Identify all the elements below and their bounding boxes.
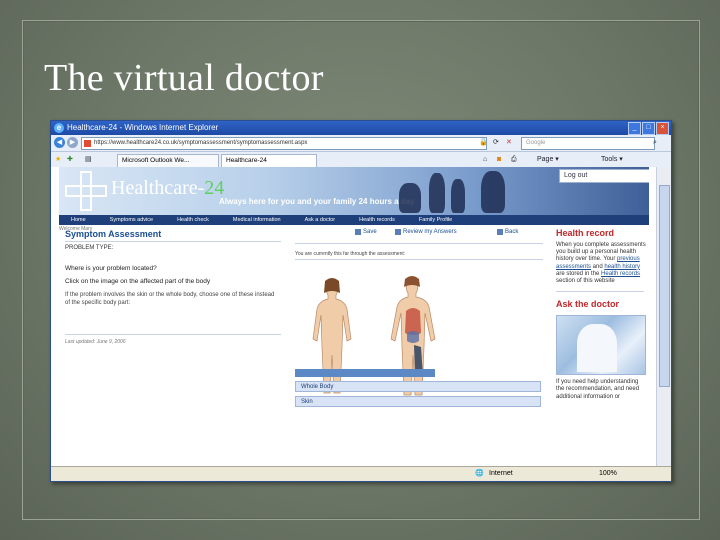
- refresh-icon[interactable]: ⟳: [493, 137, 499, 149]
- internet-zone-label: Internet: [489, 470, 513, 477]
- logout-button[interactable]: Log out: [559, 169, 649, 183]
- nav-medical-information[interactable]: Medical information: [221, 215, 293, 225]
- back-label: Back: [505, 229, 519, 235]
- health-record-text: When you complete assessments you build …: [556, 242, 646, 285]
- vertical-scrollbar[interactable]: [656, 167, 671, 467]
- address-input[interactable]: https://www.healthcare24.co.uk/symptomas…: [81, 137, 487, 150]
- save-icon: [355, 229, 361, 235]
- click-instruction: Click on the image on the affected part …: [65, 278, 211, 285]
- maximize-button[interactable]: □: [642, 122, 655, 135]
- window-controls: _ □ ×: [628, 122, 669, 135]
- stop-icon[interactable]: ✕: [506, 137, 512, 149]
- site-tagline: Always here for you and your family 24 h…: [219, 197, 415, 206]
- divider: [295, 243, 543, 244]
- family-photo: [389, 169, 529, 213]
- location-question: Where is your problem located?: [65, 265, 157, 272]
- save-button[interactable]: Save: [355, 229, 377, 236]
- tab-list-icon[interactable]: ▤: [85, 154, 92, 166]
- tools-menu-label: Tools: [601, 156, 618, 163]
- tab-label: Microsoft Outlook We...: [122, 157, 190, 164]
- divider: [556, 291, 644, 293]
- browser-titlebar: e Healthcare-24 - Windows Internet Explo…: [51, 121, 671, 135]
- minimize-button[interactable]: _: [628, 122, 641, 135]
- health-history-link[interactable]: health history: [604, 264, 640, 270]
- add-favorite-icon[interactable]: ✚: [67, 154, 73, 166]
- progress-label: You are currently this far through the a…: [295, 251, 406, 257]
- back-icon: [497, 229, 503, 235]
- site-nav: Home Symptoms advice Health check Medica…: [59, 215, 649, 225]
- sidebar: Health record When you complete assessme…: [556, 229, 646, 401]
- skin-instruction: If the problem involves the skin or the …: [65, 292, 275, 306]
- nav-health-records[interactable]: Health records: [347, 215, 407, 225]
- cross-logo-icon: [65, 171, 107, 211]
- zoom-level[interactable]: 100%: [599, 467, 617, 481]
- tab-outlook[interactable]: Microsoft Outlook We...: [117, 154, 219, 168]
- progress-track: [295, 259, 543, 260]
- site-favicon-icon: [84, 140, 91, 147]
- site-brand[interactable]: Healthcare-24: [111, 177, 224, 200]
- record-text-3: are stored in the: [556, 270, 602, 277]
- record-text-4: section of this website: [556, 278, 615, 285]
- nav-symptoms-advice[interactable]: Symptoms advice: [98, 215, 165, 225]
- divider: [65, 334, 281, 335]
- tab-healthcare[interactable]: Healthcare-24: [221, 154, 317, 168]
- body-back-image[interactable]: [309, 277, 355, 397]
- review-answers-button[interactable]: Review my Answers: [395, 229, 457, 236]
- ie-logo-icon: e: [54, 123, 64, 133]
- status-bar: 🌐 Internet 100%: [51, 466, 671, 481]
- page-viewport: Healthcare-24 Always here for you and yo…: [51, 167, 657, 467]
- page-menu[interactable]: Page ▾: [537, 154, 559, 166]
- health-record-heading: Health record: [556, 228, 615, 238]
- internet-zone-icon: 🌐: [475, 470, 484, 477]
- feeds-icon[interactable]: ◙: [497, 154, 501, 166]
- window-title: Healthcare-24 - Windows Internet Explore…: [67, 123, 219, 132]
- search-placeholder: Google: [526, 140, 546, 146]
- home-icon[interactable]: ⌂: [483, 154, 487, 166]
- tab-label: Healthcare-24: [226, 157, 267, 164]
- back-arrow-icon[interactable]: ◀: [54, 137, 65, 148]
- nav-home[interactable]: Home: [59, 215, 98, 225]
- page-title: Symptom Assessment: [65, 229, 162, 239]
- address-text: https://www.healthcare24.co.uk/symptomas…: [94, 140, 308, 146]
- problem-type-label: PROBLEM TYPE:: [65, 245, 114, 251]
- save-label: Save: [363, 229, 377, 235]
- option-skin[interactable]: Skin: [295, 396, 541, 407]
- search-icon[interactable]: ⌕: [653, 137, 657, 149]
- slide-title: The virtual doctor: [44, 57, 324, 99]
- highlight-bar: [295, 369, 435, 377]
- search-input[interactable]: Google: [521, 137, 655, 150]
- nav-ask-a-doctor[interactable]: Ask a doctor: [293, 215, 348, 225]
- brand-prefix: Healthcare-: [111, 177, 205, 199]
- review-label: Review my Answers: [403, 229, 457, 235]
- doctor-photo: [556, 315, 646, 376]
- divider: [65, 241, 281, 242]
- brand-suffix: 24: [204, 177, 225, 199]
- tools-menu[interactable]: Tools ▾: [601, 154, 623, 166]
- last-updated: Last updated: June 9, 2006: [65, 339, 126, 345]
- ask-doctor-heading: Ask the doctor: [556, 299, 620, 310]
- health-records-link[interactable]: Health records: [601, 271, 640, 277]
- forward-arrow-icon[interactable]: ▶: [67, 137, 78, 148]
- nav-health-check[interactable]: Health check: [165, 215, 221, 225]
- review-icon: [395, 229, 401, 235]
- ask-doctor-text: If you need help understanding the recom…: [556, 379, 640, 400]
- page-menu-label: Page: [537, 156, 554, 163]
- browser-screenshot: e Healthcare-24 - Windows Internet Explo…: [50, 120, 672, 482]
- favorites-star-icon[interactable]: ★: [55, 154, 61, 166]
- close-button[interactable]: ×: [656, 122, 669, 135]
- address-bar: ◀ ▶ https://www.healthcare24.co.uk/sympt…: [51, 135, 671, 152]
- option-whole-body[interactable]: Whole Body: [295, 381, 541, 392]
- site-banner: Healthcare-24 Always here for you and yo…: [59, 167, 649, 215]
- lock-icon[interactable]: 🔒: [479, 137, 488, 149]
- back-button[interactable]: Back: [497, 229, 518, 236]
- print-icon[interactable]: ⎙: [511, 154, 517, 166]
- scrollbar-thumb[interactable]: [659, 185, 670, 387]
- nav-family-profile[interactable]: Family Profile: [407, 215, 464, 225]
- record-text-2: and: [591, 263, 605, 270]
